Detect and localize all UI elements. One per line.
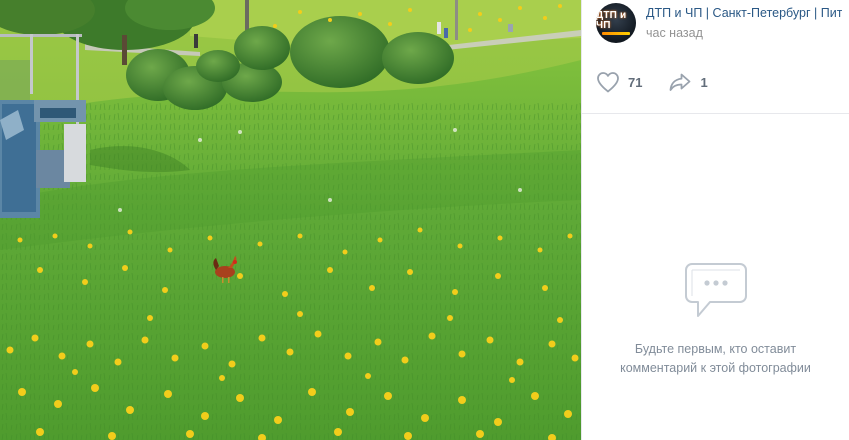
avatar-logo-stripe <box>602 32 630 35</box>
photo-scene <box>0 0 581 440</box>
empty-comments-line1: Будьте первым, кто оставит <box>634 342 797 356</box>
empty-comments: Будьте первым, кто оставит комментарий к… <box>582 262 849 378</box>
share-count: 1 <box>700 74 708 90</box>
empty-comments-text: Будьте первым, кто оставит комментарий к… <box>620 340 811 378</box>
avatar[interactable]: ДТП и ЧП <box>596 3 636 43</box>
share-button[interactable]: 1 <box>668 71 708 93</box>
author-info: ДТП и ЧП | Санкт-Петербург | Пит час наз… <box>646 5 842 42</box>
author-name-link[interactable]: ДТП и ЧП | Санкт-Петербург | Пит <box>646 5 842 22</box>
empty-comments-line2: комментарий к этой фотографии <box>620 361 811 375</box>
post-header: ДТП и ЧП ДТП и ЧП | Санкт-Петербург | Пи… <box>596 2 849 44</box>
side-panel: ДТП и ЧП ДТП и ЧП | Санкт-Петербург | Пи… <box>581 0 849 440</box>
avatar-logo-text: ДТП и ЧП <box>596 10 627 31</box>
comment-bubble-icon <box>684 263 747 317</box>
like-button[interactable]: 71 <box>596 71 642 93</box>
share-icon <box>670 73 691 91</box>
heart-icon <box>597 72 619 93</box>
post-time[interactable]: час назад <box>646 25 842 42</box>
photo-viewer: ДТП и ЧП ДТП и ЧП | Санкт-Петербург | Пи… <box>0 0 849 440</box>
actions-row: 71 1 <box>596 68 734 96</box>
like-count: 71 <box>628 74 643 90</box>
divider <box>582 113 849 114</box>
photo[interactable] <box>0 0 581 440</box>
